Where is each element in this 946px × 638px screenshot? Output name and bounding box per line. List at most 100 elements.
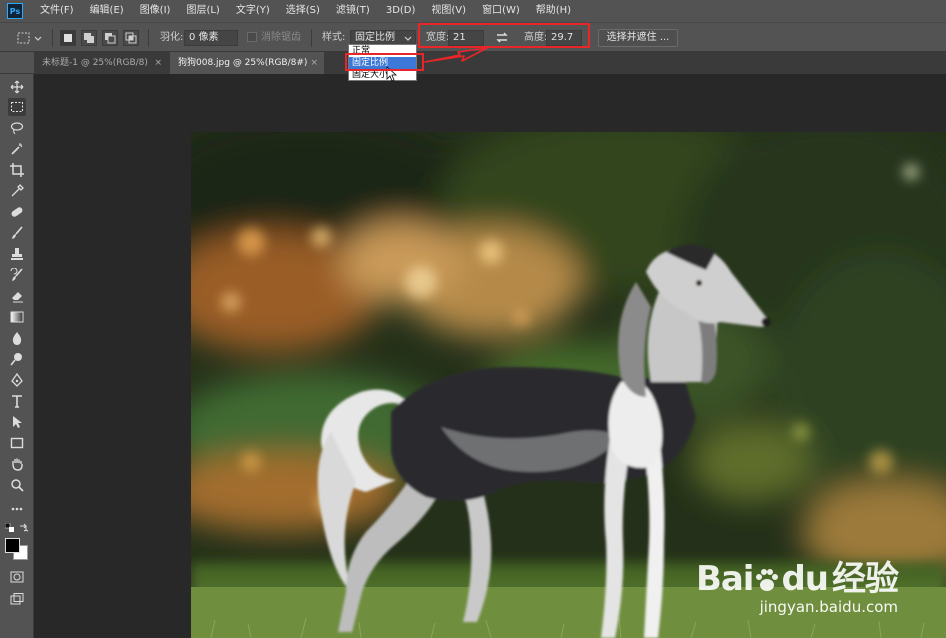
tab-untitled[interactable]: 未标题-1 @ 25%(RGB/8) × <box>34 52 168 74</box>
move-tool[interactable] <box>8 78 26 96</box>
default-colors-icon[interactable] <box>5 523 15 533</box>
eraser-tool[interactable] <box>8 287 26 305</box>
height-label: 高度: <box>524 32 548 43</box>
document-tabs: 未标题-1 @ 25%(RGB/8) × 狗狗008.jpg @ 25%(RGB… <box>34 52 946 74</box>
more-tools[interactable] <box>8 500 26 518</box>
watermark-brand-du: du <box>781 559 829 599</box>
menu-image[interactable]: 图像(I) <box>132 0 179 22</box>
toolbar-header <box>0 52 34 74</box>
subtract-selection-button[interactable] <box>102 30 118 46</box>
style-label: 样式: <box>322 32 346 43</box>
style-dropdown-list: 正常 固定比例 固定大小 <box>348 44 417 81</box>
swap-dimensions-button[interactable] <box>494 30 510 46</box>
antialias-label: 消除锯齿 <box>261 32 301 43</box>
intersect-selection-button[interactable] <box>123 30 139 46</box>
type-tool[interactable] <box>8 392 26 410</box>
paw-icon <box>756 569 779 591</box>
new-selection-button[interactable] <box>60 30 76 46</box>
divider <box>148 29 149 47</box>
tools-panel <box>0 74 34 638</box>
dodge-tool[interactable] <box>8 350 26 368</box>
menu-3d[interactable]: 3D(D) <box>378 0 424 22</box>
menu-help[interactable]: 帮助(H) <box>528 0 579 22</box>
eyedropper-tool[interactable] <box>8 182 26 200</box>
menu-bar: Ps 文件(F) 编辑(E) 图像(I) 图层(L) 文字(Y) 选择(S) 滤… <box>0 0 946 22</box>
baidu-jingyan-watermark: Bai du 经验 jingyan.baidu.com <box>695 551 899 616</box>
lasso-icon <box>10 122 24 135</box>
screen-mode-button[interactable] <box>8 590 26 608</box>
divider <box>52 29 53 47</box>
hand-tool[interactable] <box>8 455 26 473</box>
select-and-mask-button[interactable]: 选择并遮住 ... <box>598 29 678 47</box>
style-option-normal[interactable]: 正常 <box>349 45 416 57</box>
feather-input[interactable]: 0 像素 <box>184 30 238 46</box>
screen-mode-icon <box>10 593 24 605</box>
style-option-fixed-ratio[interactable]: 固定比例 <box>349 57 416 69</box>
watermark-brand-bai: Bai <box>695 559 755 599</box>
tool-preset-picker[interactable] <box>16 30 46 46</box>
hand-icon <box>12 458 23 471</box>
menu-file[interactable]: 文件(F) <box>32 0 82 22</box>
healing-icon <box>11 207 23 217</box>
eraser-icon <box>12 292 23 303</box>
gradient-icon <box>10 311 24 323</box>
height-input[interactable]: 29.7 <box>546 30 582 46</box>
tab-dog-photo[interactable]: 狗狗008.jpg @ 25%(RGB/8#) × <box>170 52 324 74</box>
new-selection-icon <box>64 34 72 42</box>
foreground-color-swatch[interactable] <box>5 538 20 553</box>
quick-mask-icon <box>10 571 24 583</box>
dodge-icon <box>10 353 22 366</box>
lasso-tool[interactable] <box>8 119 26 137</box>
brush-icon <box>12 226 23 239</box>
gradient-tool[interactable] <box>8 308 26 326</box>
watermark-brand: Bai du 经验 <box>695 551 899 600</box>
path-select-tool[interactable] <box>8 413 26 431</box>
marquee-tool[interactable] <box>8 98 26 116</box>
swap-colors-icon[interactable] <box>19 523 29 533</box>
canvas-area[interactable]: Bai du 经验 jingyan.baidu.com <box>35 74 946 638</box>
quick-mask-button[interactable] <box>8 568 26 586</box>
close-icon[interactable]: × <box>310 52 318 74</box>
menu-filter[interactable]: 滤镜(T) <box>328 0 378 22</box>
zoom-icon <box>11 479 24 492</box>
watermark-brand-cn: 经验 <box>832 559 899 599</box>
close-icon[interactable]: × <box>154 52 162 74</box>
marquee-icon <box>11 102 23 112</box>
zoom-tool[interactable] <box>8 476 26 494</box>
crop-tool[interactable] <box>8 161 26 179</box>
menu-type[interactable]: 文字(Y) <box>228 0 278 22</box>
menu-edit[interactable]: 编辑(E) <box>82 0 132 22</box>
rectangle-tool[interactable] <box>8 434 26 452</box>
brush-tool[interactable] <box>8 224 26 242</box>
menu-layer[interactable]: 图层(L) <box>178 0 227 22</box>
menu-view[interactable]: 视图(V) <box>423 0 474 22</box>
feather-label: 羽化: <box>160 32 184 43</box>
add-selection-button[interactable] <box>81 30 97 46</box>
move-icon <box>10 80 24 94</box>
pen-tool[interactable] <box>8 371 26 389</box>
menu-select[interactable]: 选择(S) <box>278 0 328 22</box>
history-brush-tool[interactable] <box>8 266 26 284</box>
magic-wand-icon <box>11 143 23 155</box>
rectangle-icon <box>10 437 24 449</box>
stamp-icon <box>11 248 23 260</box>
tab-label: 狗狗008.jpg @ 25%(RGB/8#) <box>178 58 308 68</box>
path-select-icon <box>13 416 22 428</box>
width-label: 宽度: <box>426 32 450 43</box>
style-option-fixed-size[interactable]: 固定大小 <box>349 69 416 81</box>
style-select-value: 固定比例 <box>355 32 395 43</box>
stamp-tool[interactable] <box>8 245 26 263</box>
type-icon <box>12 395 22 408</box>
marquee-preset-icon <box>17 32 42 44</box>
watermark-url: jingyan.baidu.com <box>759 598 898 616</box>
chevron-down-icon <box>404 36 412 41</box>
add-selection-icon <box>84 33 94 43</box>
magic-wand-tool[interactable] <box>8 140 26 158</box>
crop-icon <box>10 163 24 177</box>
divider <box>311 29 312 47</box>
menu-window[interactable]: 窗口(W) <box>474 0 528 22</box>
intersect-selection-icon <box>125 32 137 44</box>
antialias-checkbox[interactable] <box>247 32 257 42</box>
healing-tool[interactable] <box>8 203 26 221</box>
blur-tool[interactable] <box>8 329 26 347</box>
